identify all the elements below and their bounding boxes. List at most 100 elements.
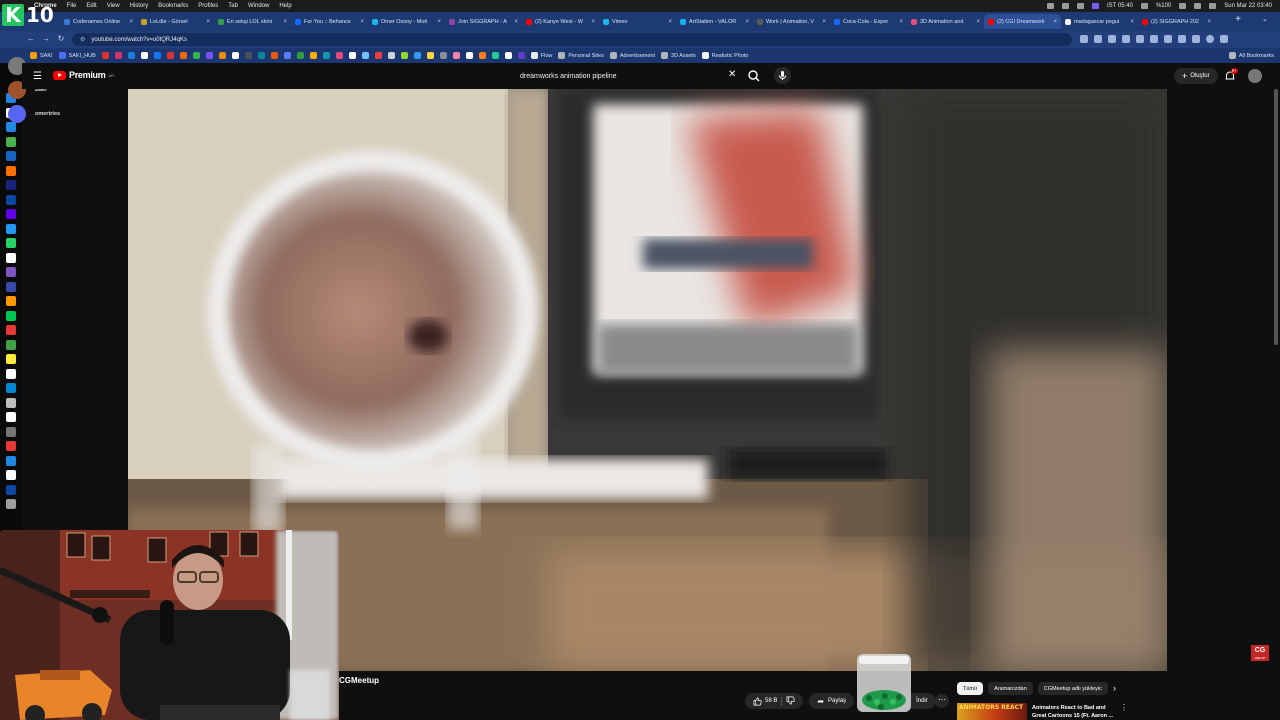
dock-app-icon[interactable] <box>6 267 16 277</box>
menu-icon[interactable]: ☰ <box>33 71 42 82</box>
extension-icon[interactable] <box>1108 35 1116 43</box>
dock-app-icon[interactable] <box>6 296 16 306</box>
bookmark-item[interactable] <box>244 52 252 59</box>
world-clock[interactable]: IST 05:40 <box>1107 3 1133 9</box>
bookmark-item[interactable] <box>218 52 226 59</box>
browser-tab[interactable]: Join SIGGRAPH - A × <box>445 14 522 29</box>
bookmark-item[interactable] <box>322 52 330 59</box>
sidebar-icon[interactable] <box>1178 35 1186 43</box>
bookmark-item[interactable] <box>166 52 174 59</box>
bookmark-item[interactable] <box>140 52 148 59</box>
profile-avatar[interactable] <box>1206 35 1214 43</box>
close-tab-icon[interactable]: × <box>283 19 287 25</box>
browser-tab[interactable]: LoLdle - Görsel × <box>137 14 214 29</box>
bookmark-item[interactable] <box>283 52 291 59</box>
dock-app-icon[interactable] <box>6 180 16 190</box>
tab-search-icon[interactable]: ⌄ <box>1262 15 1268 23</box>
bookmark-item[interactable] <box>335 52 343 59</box>
all-bookmarks-button[interactable]: All Bookmarks <box>1228 48 1274 63</box>
like-button[interactable]: 58 B <box>753 697 777 706</box>
record-icon[interactable] <box>1077 3 1085 9</box>
bookmark-star-icon[interactable] <box>1094 35 1102 43</box>
bookmark-item[interactable] <box>413 52 421 59</box>
menu-bookmarks[interactable]: Bookmarks <box>158 3 188 9</box>
search-icon[interactable] <box>1194 3 1202 9</box>
bookmark-item[interactable] <box>387 52 395 59</box>
close-tab-icon[interactable]: × <box>1053 19 1057 25</box>
close-tab-icon[interactable]: × <box>1207 19 1211 25</box>
screen-share-icon[interactable] <box>1092 3 1100 9</box>
browser-tab[interactable]: ArtStation - VALOR × <box>676 14 753 29</box>
wifi-icon[interactable] <box>1179 3 1187 9</box>
dock-app-icon[interactable] <box>6 412 16 422</box>
bookmark-item[interactable] <box>426 52 434 59</box>
dock-app-icon[interactable] <box>6 441 16 451</box>
menubar-clock[interactable]: Sun Mar 22 03:40 <box>1224 3 1272 9</box>
url-text[interactable]: youtube.com/watch?v=u0tQRJ4qKs <box>91 37 187 43</box>
browser-tab[interactable]: En sekşi LOL skini × <box>214 14 291 29</box>
dock-app-icon[interactable] <box>6 368 16 379</box>
browser-tab[interactable]: Work | Animation, V × <box>753 14 830 29</box>
menu-file[interactable]: File <box>67 3 77 9</box>
dock-app-icon[interactable] <box>6 339 16 350</box>
reload-button[interactable]: ↻ <box>56 34 66 43</box>
cloud-icon[interactable] <box>1062 3 1070 9</box>
dock-app-icon[interactable] <box>6 499 16 509</box>
bookmark-item[interactable] <box>374 52 382 59</box>
extension-icon[interactable] <box>1150 35 1158 43</box>
dock-app-icon[interactable] <box>6 194 16 205</box>
dock-app-icon[interactable] <box>6 470 16 480</box>
dock-app-icon[interactable] <box>6 426 16 437</box>
bookmark-item[interactable] <box>361 52 369 59</box>
dock-app-icon[interactable] <box>6 136 16 147</box>
bookmark-item[interactable]: Realistic Photo <box>701 52 748 59</box>
filter-chip[interactable]: CGMeetup adlı yükleyic <box>1037 682 1108 695</box>
browser-tab[interactable]: (2) Kanye West - W × <box>522 14 599 29</box>
bookmark-item[interactable] <box>348 52 356 59</box>
close-tab-icon[interactable]: × <box>1130 19 1134 25</box>
browser-tab[interactable]: Vimeo × <box>599 14 676 29</box>
recommended-video-thumbnail[interactable]: ANIMATORS REACT <box>957 703 1027 720</box>
more-actions-button[interactable]: ⋯ <box>935 694 949 708</box>
close-tab-icon[interactable]: × <box>668 19 672 25</box>
bookmark-item[interactable]: SAKI_HUB <box>58 52 96 59</box>
new-tab-button[interactable]: + <box>1232 14 1244 25</box>
bookmark-item[interactable] <box>517 52 525 59</box>
bookmark-item[interactable] <box>309 52 317 59</box>
dock-app-icon[interactable] <box>6 281 16 292</box>
bookmark-item[interactable]: Personal Sites <box>558 52 604 59</box>
control-center-icon[interactable] <box>1209 3 1217 9</box>
browser-tab[interactable]: For You :: Behance × <box>291 14 368 29</box>
menu-tab[interactable]: Tab <box>228 3 238 9</box>
kebab-menu-icon[interactable] <box>1220 35 1228 43</box>
address-bar[interactable]: ⚙ youtube.com/watch?v=u0tQRJ4qKs <box>72 33 1072 46</box>
back-button[interactable]: ← <box>26 34 36 43</box>
dock-app-icon[interactable] <box>6 325 16 335</box>
site-info-icon[interactable]: ⚙ <box>80 36 85 43</box>
clear-search-icon[interactable]: ✕ <box>728 69 736 80</box>
close-tab-icon[interactable]: × <box>976 19 980 25</box>
close-tab-icon[interactable]: × <box>360 19 364 25</box>
dock-app-icon[interactable] <box>6 238 16 248</box>
dock-app-icon[interactable] <box>6 310 16 321</box>
filter-chip[interactable]: Tümü <box>957 682 984 695</box>
dropbox-icon[interactable] <box>1047 3 1055 9</box>
menu-view[interactable]: View <box>107 3 120 9</box>
bookmark-item[interactable] <box>153 52 161 59</box>
bookmark-item[interactable] <box>452 52 460 59</box>
forward-button[interactable]: → <box>41 34 51 43</box>
create-button[interactable]: + Oluştur <box>1174 68 1218 84</box>
search-button[interactable] <box>746 68 762 84</box>
extension-icon[interactable] <box>1122 35 1130 43</box>
channel-name[interactable]: CGMeetup <box>339 676 379 685</box>
bookmark-item[interactable] <box>491 52 499 59</box>
bookmark-item[interactable]: Advertisement <box>609 52 655 59</box>
bookmark-item[interactable]: 3D Assets <box>661 52 696 59</box>
install-icon[interactable] <box>1080 35 1088 43</box>
bookmark-item[interactable] <box>504 52 512 59</box>
browser-tab[interactable]: madagascar pegui × <box>1061 14 1138 29</box>
close-tab-icon[interactable]: × <box>822 19 826 25</box>
youtube-logo[interactable]: Premium AR <box>53 70 114 80</box>
kebab-menu-icon[interactable]: ⋮ <box>1120 703 1128 712</box>
browser-tab[interactable]: (2) SIGGRAPH 202 × <box>1138 14 1215 29</box>
